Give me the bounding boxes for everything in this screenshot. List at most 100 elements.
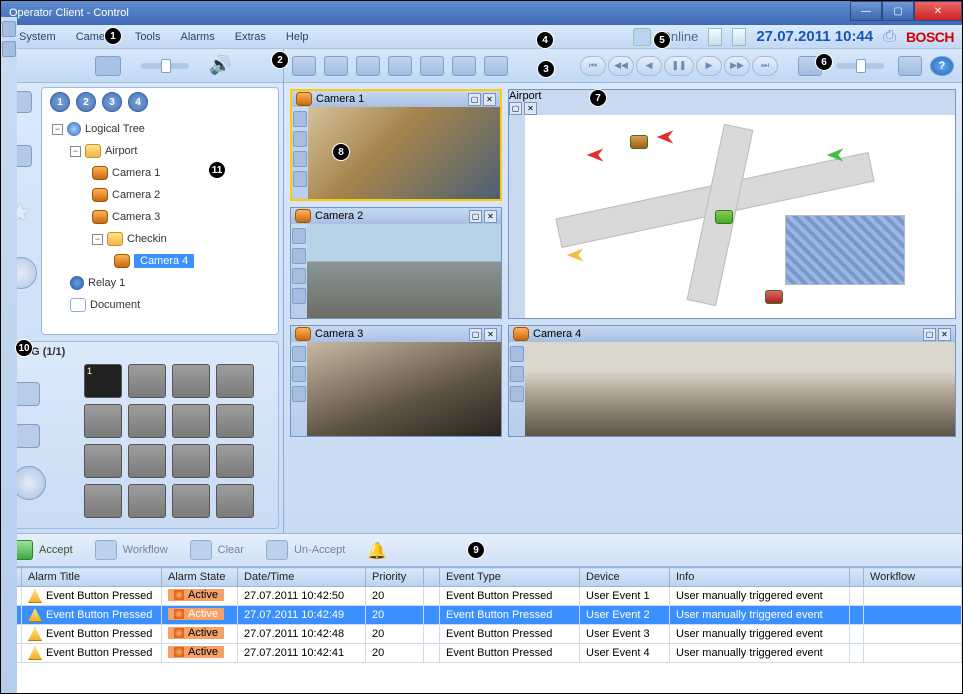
minimize-button[interactable]: — (850, 1, 882, 21)
col-workflow[interactable]: Workflow (864, 568, 962, 587)
layout-slider[interactable] (836, 63, 884, 69)
expand-icon[interactable]: − (70, 146, 81, 157)
table-row[interactable]: Event Button PressedActive27.07.2011 10:… (2, 587, 962, 606)
tile-max-icon[interactable]: ▢ (469, 210, 482, 223)
table-header-row[interactable]: Alarm Title Alarm State Date/Time Priori… (2, 568, 962, 587)
amg-cell[interactable] (128, 404, 166, 438)
tile-close-icon[interactable]: ✕ (524, 102, 537, 115)
tile-camera3[interactable]: Camera 3▢✕ (290, 325, 502, 437)
table-row[interactable]: Event Button PressedActive27.07.2011 10:… (2, 625, 962, 644)
rewind-start-button[interactable]: ⏮ (580, 56, 606, 76)
col-device[interactable]: Device (580, 568, 670, 587)
table-row[interactable]: Event Button PressedActive27.07.2011 10:… (2, 644, 962, 663)
unaccept-button[interactable]: Un-Accept (266, 540, 345, 560)
menu-system[interactable]: System (9, 27, 66, 47)
tile-tab-icon[interactable] (292, 268, 306, 284)
forward-end-button[interactable]: ⏭ (752, 56, 778, 76)
amg-cell[interactable] (172, 364, 210, 398)
amg-cell[interactable] (84, 444, 122, 478)
snapshot-icon[interactable] (420, 56, 444, 76)
amg-cell[interactable] (84, 484, 122, 518)
tree-camera1[interactable]: Camera 1 (112, 167, 160, 179)
expand-icon[interactable] (324, 56, 348, 76)
expand-icon[interactable]: − (52, 124, 63, 135)
maximize-button[interactable]: ▢ (882, 1, 914, 21)
map-camera-icon[interactable] (715, 210, 733, 224)
menu-help[interactable]: Help (276, 27, 319, 47)
tile-max-icon[interactable]: ▢ (469, 328, 482, 341)
amg-cell[interactable] (128, 444, 166, 478)
tile-tab-icon[interactable] (292, 346, 306, 362)
add-pane-icon[interactable] (898, 56, 922, 76)
image-icon[interactable] (356, 56, 380, 76)
tile-tab-icon[interactable] (293, 151, 307, 167)
speaker-icon[interactable]: 🔊 (209, 55, 231, 76)
pause-button[interactable]: ❚❚ (664, 56, 694, 76)
tile-tab-icon[interactable] (510, 386, 524, 402)
alarm-table[interactable]: Alarm Title Alarm State Date/Time Priori… (1, 567, 962, 669)
bell-icon[interactable]: 🔔 (367, 541, 385, 559)
amg-cell[interactable]: 1 (84, 364, 122, 398)
tree-document[interactable]: Document (90, 299, 140, 311)
accept-button[interactable]: Accept (11, 540, 73, 560)
tile-airport-map[interactable]: Airport▢✕ (508, 89, 956, 319)
tile-camera1[interactable]: Camera 1▢✕ (290, 89, 502, 201)
tree-camera3[interactable]: Camera 3 (112, 211, 160, 223)
table-row[interactable]: ▶Event Button PressedActive27.07.2011 10… (2, 606, 962, 625)
tree-airport[interactable]: Airport (105, 145, 137, 157)
col-priority[interactable]: Priority (366, 568, 424, 587)
tree-relay1[interactable]: Relay 1 (88, 277, 125, 289)
amg-cell[interactable] (172, 444, 210, 478)
amg-joystick-icon[interactable] (12, 466, 46, 500)
tile-tab-icon[interactable] (2, 41, 16, 57)
map-camera-icon[interactable] (630, 135, 648, 149)
film-icon[interactable] (95, 56, 121, 76)
col-filter[interactable] (850, 568, 864, 587)
col-alarm-title[interactable]: Alarm Title (22, 568, 162, 587)
tree-camera2[interactable]: Camera 2 (112, 189, 160, 201)
col-alarm-state[interactable]: Alarm State (162, 568, 238, 587)
amg-cell[interactable] (172, 484, 210, 518)
status-icon[interactable] (633, 28, 651, 46)
print-icon[interactable]: ⎙ (883, 28, 896, 46)
amg-cell[interactable] (128, 484, 166, 518)
airport-map-canvas[interactable] (525, 115, 955, 318)
tile-camera2[interactable]: Camera 2▢✕ (290, 207, 502, 319)
menu-tools[interactable]: Tools (125, 27, 171, 47)
menu-extras[interactable]: Extras (225, 27, 276, 47)
tile-tab-icon[interactable] (292, 386, 306, 402)
tile-close-icon[interactable]: ✕ (938, 328, 951, 341)
favorite-icon[interactable] (452, 56, 476, 76)
tree-root[interactable]: Logical Tree (85, 123, 145, 135)
workflow-button[interactable]: Workflow (95, 540, 168, 560)
tile-max-icon[interactable]: ▢ (468, 93, 481, 106)
rewind-button[interactable]: ◀◀ (608, 56, 634, 76)
map-camera-icon[interactable] (765, 290, 783, 304)
step-fwd-button[interactable]: ▶ (696, 56, 722, 76)
tile-tab-icon[interactable] (292, 288, 306, 304)
tile-close-icon[interactable]: ✕ (484, 328, 497, 341)
tile-tab-icon[interactable] (293, 111, 307, 127)
fullscreen-icon[interactable] (292, 56, 316, 76)
tile-close-icon[interactable]: ✕ (483, 93, 496, 106)
help-icon[interactable]: ? (930, 56, 954, 76)
amg-cell[interactable] (128, 364, 166, 398)
amg-cell[interactable] (216, 404, 254, 438)
layout-4-button[interactable]: 4 (128, 92, 148, 112)
clear-button[interactable]: Clear (190, 540, 244, 560)
zoom-slider[interactable] (141, 63, 189, 69)
tree-checkin[interactable]: Checkin (127, 233, 167, 245)
col-datetime[interactable]: Date/Time (238, 568, 366, 587)
amg-cell[interactable] (216, 364, 254, 398)
amg-grid[interactable]: 1 (84, 364, 254, 518)
print-icon[interactable] (388, 56, 412, 76)
menu-alarms[interactable]: Alarms (171, 27, 225, 47)
amg-cell[interactable] (216, 484, 254, 518)
forward-button[interactable]: ▶▶ (724, 56, 750, 76)
tile-tab-icon[interactable] (292, 248, 306, 264)
tile-tab-icon[interactable] (510, 366, 524, 382)
col-sort[interactable] (424, 568, 440, 587)
amg-cell[interactable] (172, 404, 210, 438)
tile-max-icon[interactable]: ▢ (509, 102, 522, 115)
tile-max-icon[interactable]: ▢ (923, 328, 936, 341)
